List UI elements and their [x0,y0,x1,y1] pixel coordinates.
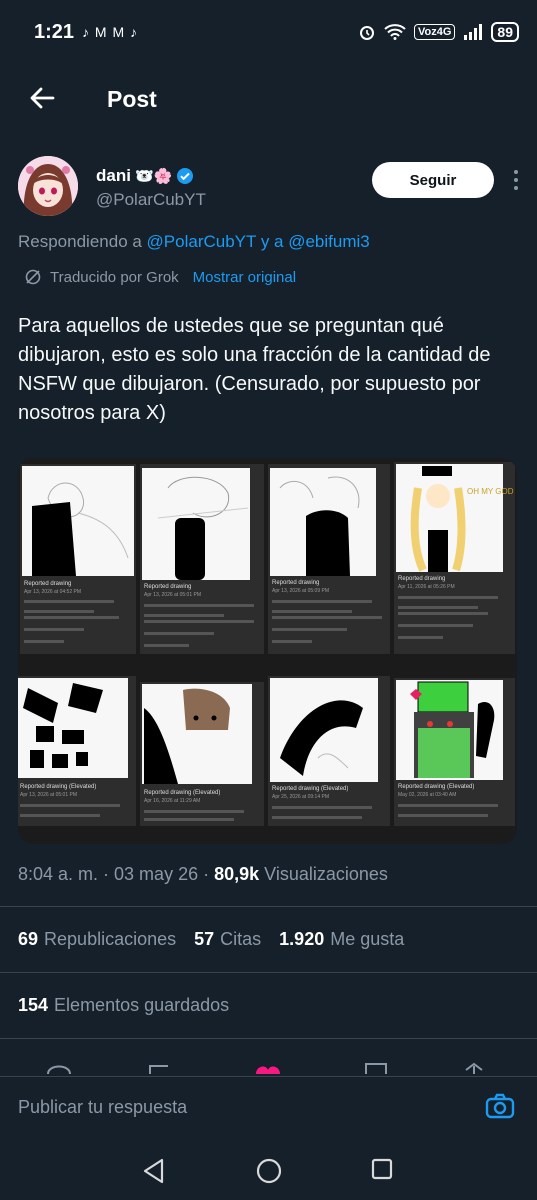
panel-2-date: Apr 13, 2026 at 05:01 PM [144,592,201,598]
panel-5-date: Apr 13, 2026 at 05:01 PM [20,792,77,798]
divider [0,906,537,907]
mention-link-1[interactable]: @PolarCubYT [147,232,257,251]
replying-to: Respondiendo a @PolarCubYT y a @ebifumi3 [18,232,370,252]
signal-icon [464,24,483,40]
post-text: Para aquellos de ustedes que se pregunta… [18,315,491,424]
panel-4-date: Apr 11, 2026 at 05:26 PM [398,584,455,590]
panel-3-date: Apr 13, 2026 at 05:09 PM [272,588,329,594]
replying-prefix: Respondiendo a [18,232,147,251]
media-panel-4: OH MY GOD Reported drawing Apr 11, 2026 … [394,462,515,654]
top-bar: Post [0,64,537,134]
post-meta: 8:04 a. m. · 03 may 26 · 80,9k Visualiza… [18,864,388,885]
author-name: dani [96,166,131,185]
reposts-stat[interactable]: 69 Republicaciones [18,929,176,950]
translation-label: Traducido por Grok [50,268,179,286]
replying-connector: y a [256,232,289,251]
network-badge: Voz4G [414,24,456,40]
quotes-label: Citas [220,929,262,949]
more-options-icon[interactable] [511,168,521,192]
repost-action-icon[interactable] [149,1065,168,1074]
quotes-stat[interactable]: 57 Citas [194,929,261,950]
bookmarks-stat[interactable]: 154 Elementos guardados [18,995,229,1016]
back-nav-icon[interactable] [142,1158,166,1184]
reposts-count: 69 [18,929,39,949]
panel-5-title: Reported drawing (Elevated) [20,784,96,790]
grok-icon [25,269,41,285]
show-original-link[interactable]: Mostrar original [193,269,296,286]
quotes-count: 57 [194,929,215,949]
status-bar: 1:21 ♪ M M ♪ Voz4G 89 [0,0,537,64]
notification-icons: ♪ M M ♪ [82,24,139,40]
panel-1-title: Reported drawing [24,581,71,587]
avatar[interactable] [18,156,78,216]
reply-composer: Publicar tu respuesta [0,1076,537,1142]
bookmark-action-icon[interactable] [365,1063,387,1074]
engagement-stats: 69 Republicaciones 57 Citas 1.920 Me gusta [18,929,404,950]
post-author: dani 🐻‍❄️🌸 @PolarCubYT Seguir [18,150,519,220]
mention-link-2[interactable]: @ebifumi3 [288,232,370,251]
reply-input[interactable]: Publicar tu respuesta [18,1097,187,1118]
panel-4-drawing-text: OH MY GOD [467,487,514,496]
panel-1-date: Apr 13, 2026 at 04:52 PM [24,589,81,595]
media-panel-8: Reported drawing (Elevated) May 02, 2026… [394,678,515,826]
reposts-label: Republicaciones [44,929,177,949]
panel-3-title: Reported drawing [272,580,319,586]
likes-stat[interactable]: 1.920 Me gusta [279,929,404,950]
reply-action-icon[interactable] [47,1065,71,1075]
share-action-icon[interactable] [465,1062,483,1074]
author-name-line[interactable]: dani 🐻‍❄️🌸 [96,166,194,186]
back-arrow-icon[interactable] [28,84,56,112]
author-handle[interactable]: @PolarCubYT [96,190,206,210]
views-count: 80,9k [214,864,260,884]
home-nav-icon[interactable] [256,1158,282,1184]
status-icons: Voz4G 89 [358,22,519,42]
alarm-icon [360,26,374,40]
media-panel-6: Reported drawing (Elevated) Apr 16, 2026… [140,682,264,826]
panel-7-date: Apr 25, 2026 at 09:14 PM [272,794,329,800]
media-panel-2: Reported drawing Apr 13, 2026 at 05:01 P… [140,464,264,654]
panel-2-title: Reported drawing [144,584,191,590]
bookmarks-label: Elementos guardados [54,995,230,1015]
media-collage: Reported drawing Apr 13, 2026 at 04:52 P… [18,458,517,844]
likes-count: 1.920 [279,929,325,949]
page-title: Post [107,86,157,112]
like-action-icon[interactable] [256,1066,280,1074]
post-timestamp: 8:04 a. m. · 03 may 26 · [18,864,215,884]
follow-button[interactable]: Seguir [372,162,494,198]
views-label[interactable]: Visualizaciones [259,864,388,884]
panel-6-date: Apr 16, 2026 at 11:29 AM [144,798,200,804]
translation-notice: Traducido por Grok Mostrar original [24,268,296,286]
likes-label: Me gusta [330,929,405,949]
divider [0,972,537,973]
system-nav-bar [0,1142,537,1200]
status-time: 1:21 [34,20,75,43]
camera-icon[interactable] [485,1091,515,1121]
panel-7-title: Reported drawing (Elevated) [272,786,348,792]
verified-badge-icon [177,168,194,184]
action-bar [0,1060,537,1074]
author-name-emojis: 🐻‍❄️🌸 [134,168,173,185]
battery-indicator: 89 [491,22,519,42]
panel-4-title: Reported drawing [398,576,445,582]
panel-8-title: Reported drawing (Elevated) [398,784,474,790]
panel-6-title: Reported drawing (Elevated) [144,790,220,796]
media-panel-5: Reported drawing (Elevated) Apr 13, 2026… [18,676,136,826]
bookmarks-count: 154 [18,995,49,1015]
media-panel-7: Reported drawing (Elevated) Apr 25, 2026… [268,676,390,826]
media-panel-1: Reported drawing Apr 13, 2026 at 04:52 P… [20,464,136,654]
panel-8-date: May 02, 2026 at 03:40 AM [398,792,456,798]
divider [0,1038,537,1039]
media-panel-3: Reported drawing Apr 13, 2026 at 05:09 P… [268,464,390,654]
wifi-icon [384,24,406,40]
recents-nav-icon[interactable] [371,1158,393,1180]
post-image[interactable]: Reported drawing Apr 13, 2026 at 04:52 P… [18,458,517,844]
